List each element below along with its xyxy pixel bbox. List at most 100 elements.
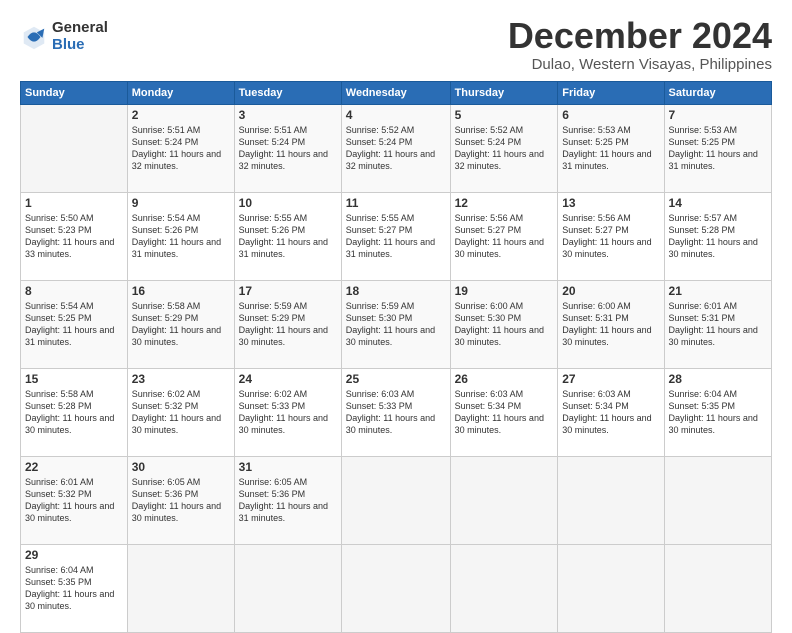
calendar-table: Sunday Monday Tuesday Wednesday Thursday…: [20, 81, 772, 633]
day-info: Sunrise: 5:52 AMSunset: 5:24 PMDaylight:…: [455, 125, 544, 171]
calendar-week-6: 29 Sunrise: 6:04 AMSunset: 5:35 PMDayligh…: [21, 544, 772, 632]
calendar-week-1: 2 Sunrise: 5:51 AMSunset: 5:24 PMDaylight…: [21, 104, 772, 192]
calendar-cell: 11 Sunrise: 5:55 AMSunset: 5:27 PMDayligh…: [341, 192, 450, 280]
day-number: 20: [562, 284, 659, 298]
day-info: Sunrise: 5:53 AMSunset: 5:25 PMDaylight:…: [562, 125, 651, 171]
calendar-body: 2 Sunrise: 5:51 AMSunset: 5:24 PMDaylight…: [21, 104, 772, 632]
calendar-cell: 23Sunrise: 6:02 AMSunset: 5:32 PMDayligh…: [127, 368, 234, 456]
calendar-cell: 29 Sunrise: 6:04 AMSunset: 5:35 PMDayligh…: [21, 544, 128, 632]
day-number: 25: [346, 372, 446, 386]
day-info: Sunrise: 5:52 AMSunset: 5:24 PMDaylight:…: [346, 125, 435, 171]
calendar-cell: 12Sunrise: 5:56 AMSunset: 5:27 PMDayligh…: [450, 192, 558, 280]
day-number: 5: [455, 108, 554, 122]
day-info: Sunrise: 6:01 AMSunset: 5:32 PMDaylight:…: [25, 477, 114, 523]
col-wednesday: Wednesday: [341, 81, 450, 104]
day-number: 30: [132, 460, 230, 474]
calendar-cell: [558, 544, 664, 632]
calendar-cell: [127, 544, 234, 632]
col-sunday: Sunday: [21, 81, 128, 104]
calendar-cell: 28Sunrise: 6:04 AMSunset: 5:35 PMDayligh…: [664, 368, 771, 456]
day-number: 24: [239, 372, 337, 386]
day-info: Sunrise: 6:05 AMSunset: 5:36 PMDaylight:…: [132, 477, 221, 523]
day-info: Sunrise: 6:03 AMSunset: 5:34 PMDaylight:…: [562, 389, 651, 435]
day-number: 9: [132, 196, 230, 210]
day-number: 27: [562, 372, 659, 386]
calendar-cell: 7 Sunrise: 5:53 AMSunset: 5:25 PMDaylight…: [664, 104, 771, 192]
calendar-week-5: 22Sunrise: 6:01 AMSunset: 5:32 PMDayligh…: [21, 456, 772, 544]
day-info: Sunrise: 5:58 AMSunset: 5:28 PMDaylight:…: [25, 389, 114, 435]
day-info: Sunrise: 6:05 AMSunset: 5:36 PMDaylight:…: [239, 477, 328, 523]
calendar-cell: 13 Sunrise: 5:56 AMSunset: 5:27 PMDayligh…: [558, 192, 664, 280]
calendar-cell: [450, 544, 558, 632]
calendar-cell: 5 Sunrise: 5:52 AMSunset: 5:24 PMDaylight…: [450, 104, 558, 192]
day-number: 15: [25, 372, 123, 386]
calendar-cell: 6 Sunrise: 5:53 AMSunset: 5:25 PMDaylight…: [558, 104, 664, 192]
day-info: Sunrise: 5:56 AMSunset: 5:27 PMDaylight:…: [562, 213, 651, 259]
header: General Blue December 2024 Dulao, Wester…: [20, 16, 772, 73]
page: General Blue December 2024 Dulao, Wester…: [0, 0, 792, 612]
calendar-week-3: 8 Sunrise: 5:54 AMSunset: 5:25 PMDaylight…: [21, 280, 772, 368]
day-info: Sunrise: 6:02 AMSunset: 5:32 PMDaylight:…: [132, 389, 221, 435]
day-number: 21: [669, 284, 767, 298]
day-info: Sunrise: 5:50 AMSunset: 5:23 PMDaylight:…: [25, 213, 114, 259]
day-number: 31: [239, 460, 337, 474]
calendar-cell: 16Sunrise: 5:58 AMSunset: 5:29 PMDayligh…: [127, 280, 234, 368]
calendar-cell: 26 Sunrise: 6:03 AMSunset: 5:34 PMDayligh…: [450, 368, 558, 456]
day-info: Sunrise: 6:04 AMSunset: 5:35 PMDaylight:…: [25, 565, 114, 611]
day-info: Sunrise: 5:54 AMSunset: 5:25 PMDaylight:…: [25, 301, 114, 347]
calendar-cell: 3 Sunrise: 5:51 AMSunset: 5:24 PMDaylight…: [234, 104, 341, 192]
day-number: 11: [346, 196, 446, 210]
calendar-cell: 25Sunrise: 6:03 AMSunset: 5:33 PMDayligh…: [341, 368, 450, 456]
day-number: 6: [562, 108, 659, 122]
day-number: 1: [25, 196, 123, 210]
header-row: Sunday Monday Tuesday Wednesday Thursday…: [21, 81, 772, 104]
day-number: 17: [239, 284, 337, 298]
title-block: December 2024 Dulao, Western Visayas, Ph…: [508, 16, 772, 73]
day-number: 2: [132, 108, 230, 122]
day-info: Sunrise: 5:57 AMSunset: 5:28 PMDaylight:…: [669, 213, 758, 259]
day-number: 29: [25, 548, 123, 562]
logo-text: General Blue: [52, 20, 108, 53]
day-info: Sunrise: 5:51 AMSunset: 5:24 PMDaylight:…: [239, 125, 328, 171]
calendar-cell: 22Sunrise: 6:01 AMSunset: 5:32 PMDayligh…: [21, 456, 128, 544]
day-info: Sunrise: 6:01 AMSunset: 5:31 PMDaylight:…: [669, 301, 758, 347]
calendar-week-4: 15 Sunrise: 5:58 AMSunset: 5:28 PMDayligh…: [21, 368, 772, 456]
calendar-cell: 18Sunrise: 5:59 AMSunset: 5:30 PMDayligh…: [341, 280, 450, 368]
logo: General Blue: [20, 20, 108, 53]
logo-general: General: [52, 20, 108, 37]
calendar-cell: [21, 104, 128, 192]
day-number: 26: [455, 372, 554, 386]
day-info: Sunrise: 5:55 AMSunset: 5:27 PMDaylight:…: [346, 213, 435, 259]
day-number: 4: [346, 108, 446, 122]
month-title: December 2024: [508, 16, 772, 56]
logo-blue: Blue: [52, 37, 108, 54]
calendar-cell: 31 Sunrise: 6:05 AMSunset: 5:36 PMDayligh…: [234, 456, 341, 544]
day-number: 14: [669, 196, 767, 210]
col-thursday: Thursday: [450, 81, 558, 104]
calendar-cell: 21 Sunrise: 6:01 AMSunset: 5:31 PMDayligh…: [664, 280, 771, 368]
calendar-cell: [664, 544, 771, 632]
location-subtitle: Dulao, Western Visayas, Philippines: [508, 56, 772, 73]
day-number: 13: [562, 196, 659, 210]
day-number: 7: [669, 108, 767, 122]
col-monday: Monday: [127, 81, 234, 104]
day-number: 3: [239, 108, 337, 122]
day-info: Sunrise: 6:03 AMSunset: 5:34 PMDaylight:…: [455, 389, 544, 435]
calendar-cell: 20 Sunrise: 6:00 AMSunset: 5:31 PMDayligh…: [558, 280, 664, 368]
calendar-cell: [234, 544, 341, 632]
day-info: Sunrise: 6:00 AMSunset: 5:30 PMDaylight:…: [455, 301, 544, 347]
day-info: Sunrise: 5:59 AMSunset: 5:29 PMDaylight:…: [239, 301, 328, 347]
day-number: 16: [132, 284, 230, 298]
col-saturday: Saturday: [664, 81, 771, 104]
day-number: 10: [239, 196, 337, 210]
calendar-cell: 19 Sunrise: 6:00 AMSunset: 5:30 PMDayligh…: [450, 280, 558, 368]
day-info: Sunrise: 5:59 AMSunset: 5:30 PMDaylight:…: [346, 301, 435, 347]
day-number: 8: [25, 284, 123, 298]
day-number: 19: [455, 284, 554, 298]
logo-icon: [20, 23, 48, 51]
day-info: Sunrise: 6:00 AMSunset: 5:31 PMDaylight:…: [562, 301, 651, 347]
day-info: Sunrise: 6:04 AMSunset: 5:35 PMDaylight:…: [669, 389, 758, 435]
calendar-cell: 14 Sunrise: 5:57 AMSunset: 5:28 PMDayligh…: [664, 192, 771, 280]
calendar-cell: 15 Sunrise: 5:58 AMSunset: 5:28 PMDayligh…: [21, 368, 128, 456]
day-info: Sunrise: 5:53 AMSunset: 5:25 PMDaylight:…: [669, 125, 758, 171]
